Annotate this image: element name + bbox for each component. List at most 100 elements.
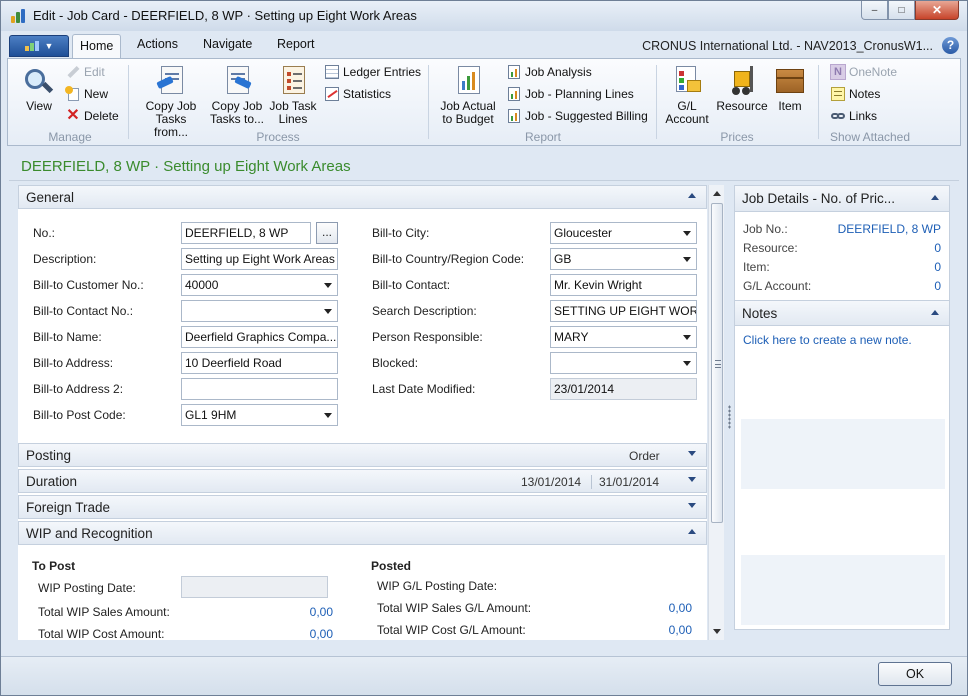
field-label: Total WIP Sales Amount: — [38, 605, 170, 619]
fasttab-foreign-trade[interactable]: Foreign Trade — [18, 495, 707, 519]
tab-actions[interactable]: Actions — [137, 37, 178, 51]
factbox-splitter-handle[interactable] — [728, 405, 731, 429]
scroll-up-icon[interactable] — [713, 191, 721, 196]
field-label: Bill-to Post Code: — [33, 408, 126, 422]
item-box-icon — [774, 63, 806, 97]
chevron-up-icon[interactable] — [931, 195, 939, 200]
chevron-up-icon[interactable] — [688, 193, 696, 198]
job-analysis-button[interactable]: Job Analysis — [506, 64, 592, 80]
total-wip-cost-amount[interactable]: 0,00 — [268, 627, 333, 640]
person-responsible-field[interactable]: MARY — [550, 326, 697, 348]
total-wip-sales-gl-amount[interactable]: 0,00 — [628, 601, 692, 615]
statistics-button[interactable]: Statistics — [324, 86, 391, 102]
gl-account-prices-button[interactable]: G/L Account — [662, 63, 712, 126]
total-wip-cost-gl-amount[interactable]: 0,00 — [628, 623, 692, 637]
resource-count-value[interactable]: 0 — [934, 241, 941, 255]
job-card-window: Edit - Job Card - DEERFIELD, 8 WP · Sett… — [0, 0, 968, 696]
resource-prices-button[interactable]: Resource — [714, 63, 770, 113]
factbox-row: Job No.: DEERFIELD, 8 WP — [743, 222, 941, 236]
field-label: Description: — [33, 252, 97, 266]
onenote-button[interactable]: N OneNote — [830, 64, 897, 80]
scrollbar-thumb[interactable] — [711, 203, 723, 523]
minimize-button[interactable]: – — [861, 1, 888, 20]
scroll-down-icon[interactable] — [713, 629, 721, 634]
assist-edit-button[interactable]: ... — [316, 222, 338, 244]
delete-button[interactable]: ✕ Delete — [65, 107, 118, 124]
tab-navigate[interactable]: Navigate — [203, 37, 252, 51]
links-button[interactable]: Links — [830, 108, 877, 124]
description-field[interactable]: Setting up Eight Work Areas — [181, 248, 338, 270]
ok-button[interactable]: OK — [878, 662, 952, 686]
fasttab-posting[interactable]: Posting Order — [18, 443, 707, 467]
grip-icon — [715, 360, 721, 368]
factbox-row: Resource: 0 — [743, 241, 941, 255]
chevron-up-icon[interactable] — [688, 529, 696, 534]
job-card-content: General No.: DEERFIELD, 8 WP ... Descrip… — [18, 185, 707, 640]
job-actual-to-budget-button[interactable]: Job Actual to Budget — [436, 63, 500, 126]
maximize-button[interactable]: □ — [888, 1, 915, 20]
edit-button[interactable]: Edit — [65, 64, 105, 80]
fasttab-wip-recognition[interactable]: WIP and Recognition — [18, 521, 707, 545]
report-icon — [506, 108, 522, 124]
ledger-icon — [324, 64, 340, 80]
close-button[interactable]: ✕ — [915, 1, 959, 20]
chevron-down-icon[interactable] — [688, 451, 696, 456]
job-suggested-billing-button[interactable]: Job - Suggested Billing — [506, 108, 648, 124]
create-note-link[interactable]: Click here to create a new note. — [743, 333, 912, 347]
delete-x-icon: ✕ — [66, 107, 80, 124]
bill-to-name-field[interactable]: Deerfield Graphics Compa... — [181, 326, 338, 348]
copy-job-tasks-to-button[interactable]: Copy Job Tasks to... — [206, 63, 268, 126]
bill-to-address-2-field[interactable] — [181, 378, 338, 400]
statistics-chart-icon — [324, 86, 340, 102]
total-wip-sales-amount[interactable]: 0,00 — [268, 605, 333, 619]
duration-end-date: 31/01/2014 — [599, 475, 660, 489]
content-scrollbar[interactable] — [708, 185, 724, 640]
notes-button[interactable]: Notes — [830, 86, 880, 102]
ribbon-tab-row: ▼ Home Actions Navigate Report CRONUS In… — [7, 34, 961, 59]
fasttab-title: WIP and Recognition — [26, 526, 153, 541]
job-task-lines-button[interactable]: Job Task Lines — [268, 63, 318, 126]
tab-home[interactable]: Home — [72, 34, 122, 59]
job-no-field[interactable]: DEERFIELD, 8 WP — [181, 222, 311, 244]
bill-to-customer-no-field[interactable]: 40000 — [181, 274, 338, 296]
factbox-notes-header[interactable]: Notes — [735, 300, 949, 326]
copy-job-tasks-from-button[interactable]: Copy Job Tasks from... — [138, 63, 204, 139]
bill-to-country-region-field[interactable]: GB — [550, 248, 697, 270]
link-icon — [830, 108, 846, 124]
page-title: DEERFIELD, 8 WP · Setting up Eight Work … — [21, 158, 351, 175]
chevron-up-icon[interactable] — [931, 310, 939, 315]
search-description-field[interactable]: SETTING UP EIGHT WOR... — [550, 300, 697, 322]
process-group-label: Process — [256, 130, 300, 144]
to-post-heading: To Post — [32, 559, 76, 573]
content-divider — [9, 180, 959, 181]
application-menu-button[interactable]: ▼ — [9, 35, 69, 57]
company-name: CRONUS International Ltd. - NAV2013_Cron… — [642, 39, 933, 53]
item-prices-button[interactable]: Item — [772, 63, 808, 113]
job-no-value[interactable]: DEERFIELD, 8 WP — [838, 222, 941, 236]
factbox-title: Notes — [742, 306, 778, 321]
chevron-down-icon[interactable] — [688, 503, 696, 508]
bill-to-address-field[interactable]: 10 Deerfield Road — [181, 352, 338, 374]
bill-to-contact-no-field[interactable] — [181, 300, 338, 322]
fasttab-general[interactable]: General — [18, 185, 707, 209]
blocked-field[interactable] — [550, 352, 697, 374]
fasttab-duration[interactable]: Duration 13/01/2014 31/01/2014 — [18, 469, 707, 493]
job-planning-lines-button[interactable]: Job - Planning Lines — [506, 86, 634, 102]
tab-report[interactable]: Report — [277, 37, 315, 51]
view-button[interactable]: View — [18, 63, 60, 113]
fasttab-title: Posting — [26, 448, 72, 463]
factbox-row: G/L Account: 0 — [743, 279, 941, 293]
item-count-value[interactable]: 0 — [934, 260, 941, 274]
fasttab-title: Foreign Trade — [26, 500, 111, 515]
factbox-job-details-header[interactable]: Job Details - No. of Pric... — [735, 186, 949, 212]
bill-to-contact-field[interactable]: Mr. Kevin Wright — [550, 274, 697, 296]
gl-account-count-value[interactable]: 0 — [934, 279, 941, 293]
new-button[interactable]: New — [65, 86, 108, 102]
chevron-down-icon[interactable] — [688, 477, 696, 482]
ledger-entries-button[interactable]: Ledger Entries — [324, 64, 421, 80]
fasttab-title: Duration — [26, 474, 78, 489]
help-icon[interactable]: ? — [942, 37, 959, 54]
field-label: Bill-to City: — [372, 226, 430, 240]
bill-to-city-field[interactable]: Gloucester — [550, 222, 697, 244]
bill-to-post-code-field[interactable]: GL1 9HM — [181, 404, 338, 426]
